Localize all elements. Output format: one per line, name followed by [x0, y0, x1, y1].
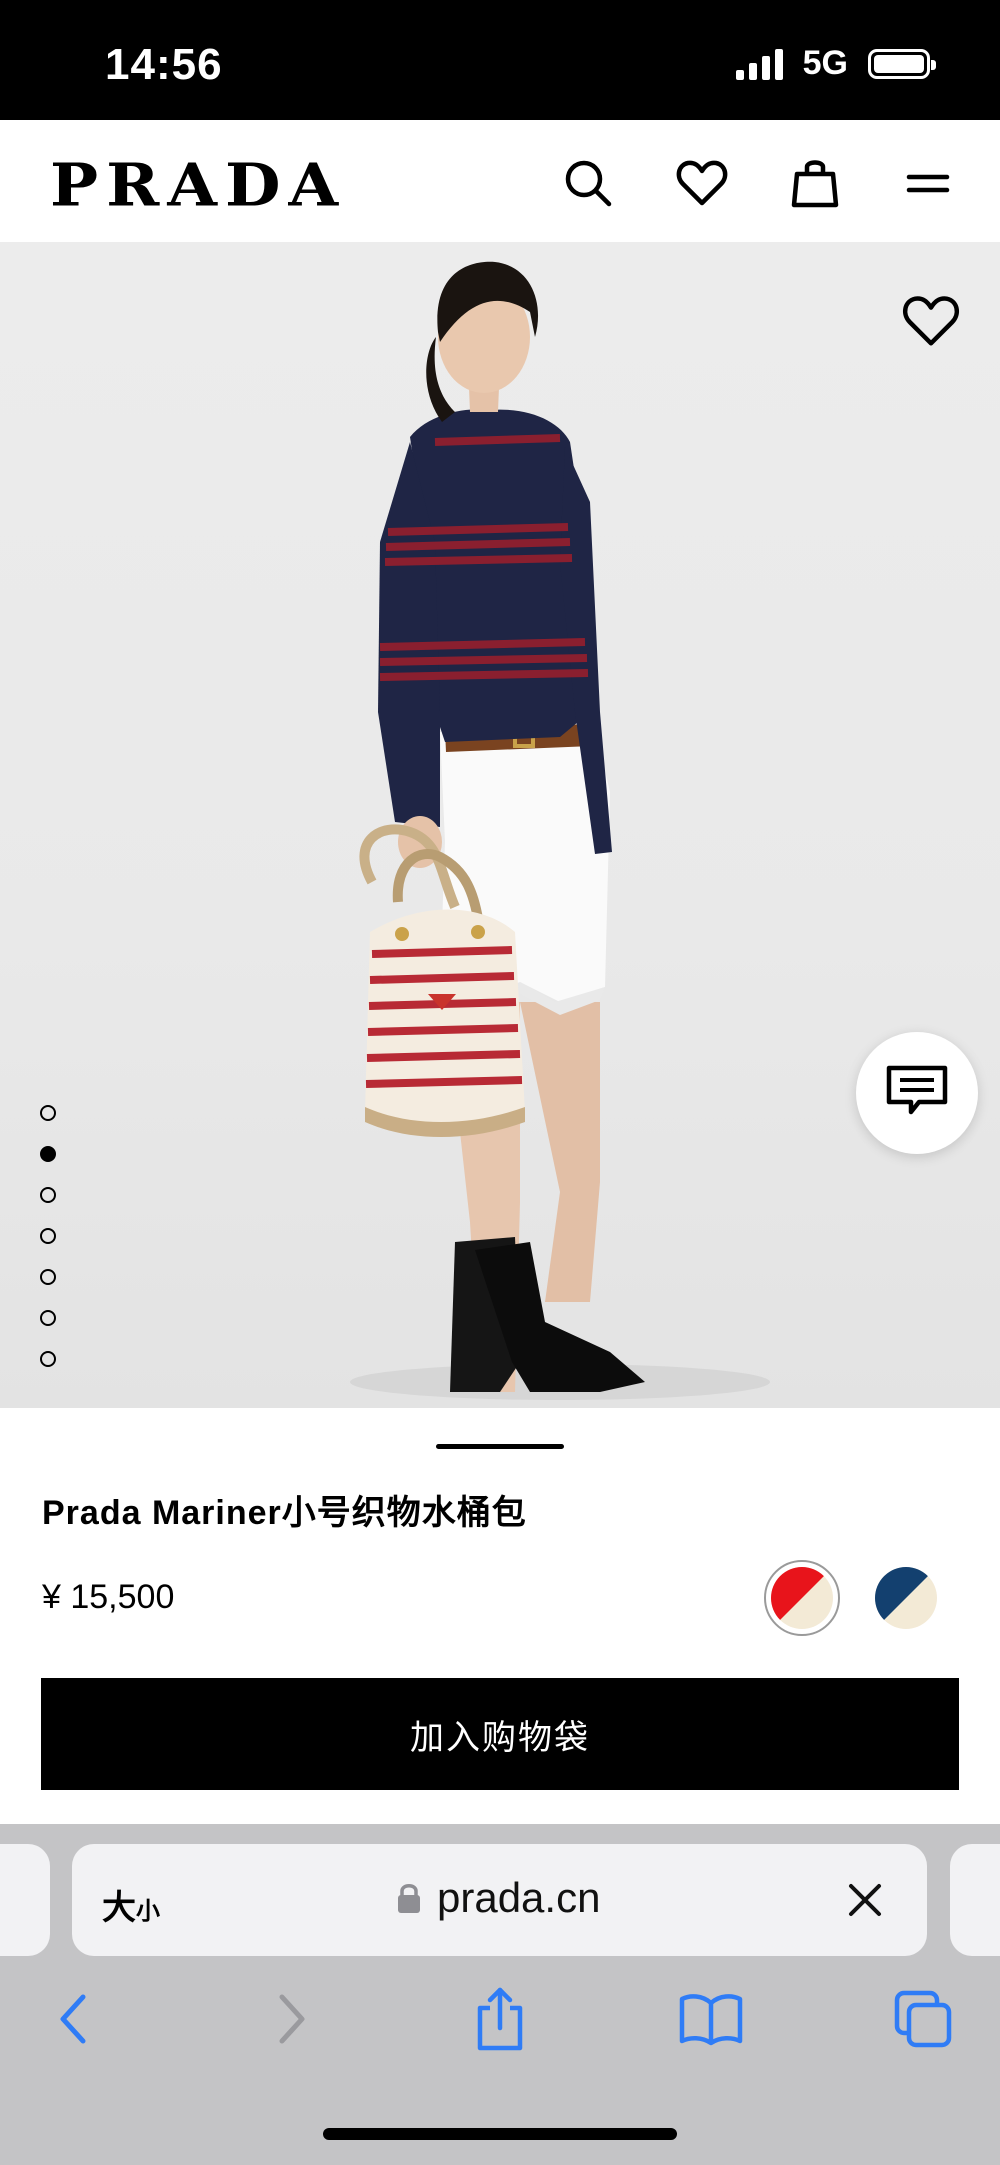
product-price: ¥ 15,500	[42, 1578, 175, 1616]
bucket-bag	[365, 909, 525, 1137]
carousel-dot[interactable]	[40, 1351, 56, 1367]
status-time: 14:56	[105, 40, 223, 89]
address-bar[interactable]: 大小 prada.cn	[72, 1844, 927, 1956]
previous-tab-peek[interactable]	[0, 1844, 50, 1956]
carousel-dot[interactable]	[40, 1310, 56, 1326]
close-icon[interactable]	[843, 1878, 887, 1922]
chat-button[interactable]	[856, 1032, 978, 1154]
text-size-button[interactable]: 大小	[102, 1880, 160, 1929]
signal-icon	[735, 48, 783, 80]
sheet-drag-indicator[interactable]	[436, 1444, 564, 1449]
product-name: Prada Mariner小号织物水桶包	[42, 1494, 527, 1532]
chat-icon	[885, 1064, 949, 1123]
network-label: 5G	[802, 44, 848, 82]
text-size-small: 小	[136, 1898, 160, 1925]
share-icon[interactable]	[465, 1984, 535, 2054]
carousel-dot-active[interactable]	[40, 1146, 56, 1162]
carousel-dot[interactable]	[40, 1187, 56, 1203]
battery-icon	[868, 48, 936, 79]
lock-icon	[397, 1882, 421, 1914]
carousel-dot[interactable]	[40, 1269, 56, 1285]
shopping-bag-icon[interactable]	[788, 156, 842, 210]
menu-icon[interactable]	[901, 156, 955, 210]
url-text[interactable]: prada.cn	[437, 1874, 600, 1922]
color-swatch-navy-ivory[interactable]	[875, 1567, 937, 1629]
color-swatch-red-ivory[interactable]	[771, 1567, 833, 1629]
search-icon[interactable]	[561, 156, 615, 210]
home-indicator	[323, 2128, 677, 2140]
model-photo	[350, 261, 770, 1400]
carousel-dots	[40, 1105, 56, 1367]
carousel-dot[interactable]	[40, 1105, 56, 1121]
text-size-large: 大	[102, 1889, 136, 1927]
add-to-bag-button[interactable]: 加入购物袋	[41, 1678, 959, 1790]
bookmarks-icon[interactable]	[676, 1984, 746, 2054]
next-tab-peek[interactable]	[950, 1844, 1000, 1956]
site-header: PRADA	[0, 120, 1000, 243]
tabs-icon[interactable]	[888, 1984, 958, 2054]
carousel-dot[interactable]	[40, 1228, 56, 1244]
add-to-wishlist-icon[interactable]	[902, 294, 960, 352]
forward-icon[interactable]	[255, 1984, 325, 2054]
brand-logo[interactable]: PRADA	[50, 151, 346, 220]
back-icon[interactable]	[40, 1984, 110, 2054]
browser-bottom-bar: 大小 prada.cn	[0, 1824, 1000, 2165]
wishlist-icon[interactable]	[675, 156, 729, 210]
product-image-carousel[interactable]	[0, 242, 1000, 1408]
status-bar: 14:56 5G	[0, 0, 1000, 120]
